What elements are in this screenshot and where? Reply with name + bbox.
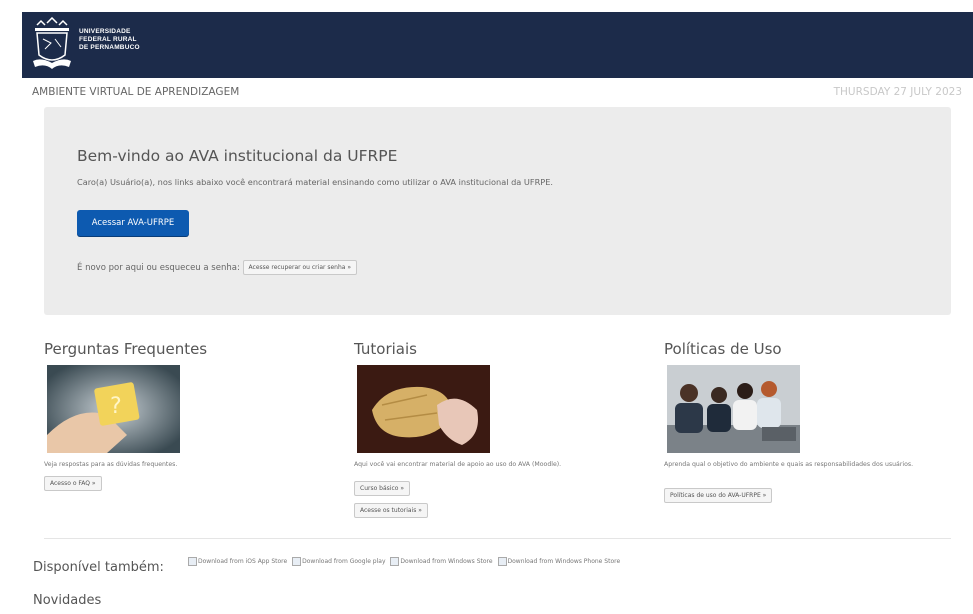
broken-image-icon [390,557,400,566]
new-user-text: É novo por aqui ou esqueceu a senha: [77,263,240,273]
logo-line: UNIVERSIDADE [79,28,131,35]
faq-photo-icon: ? [47,365,180,453]
available-label: Disponível também: [33,560,164,575]
access-ava-button[interactable]: Acessar AVA-UFRPE [77,210,189,236]
tutorials-image[interactable] [357,365,490,453]
google-play-link[interactable]: Download from Google play [292,557,386,566]
university-emblem-icon[interactable] [31,17,73,73]
welcome-intro: Caro(a) Usuário(a), nos links abaixo voc… [77,177,554,187]
policies-description: Aprenda qual o objetivo do ambiente e qu… [664,461,914,468]
faq-description: Veja respostas para as dúvidas frequente… [44,461,178,468]
policies-photo-icon [667,365,800,453]
university-name[interactable]: UNIVERSIDADE FEDERAL RURAL DE PERNAMBUCO [79,28,140,52]
broken-image-icon [188,557,197,566]
badge-text: Download from Google play [302,558,386,565]
tutorials-photo-icon [357,365,490,453]
ios-store-link[interactable]: Download from iOS App Store [188,557,287,566]
badge-text: Download from Windows Store [400,558,493,565]
logo-line: DE PERNAMBUCO [79,44,140,51]
badge-text: Download from Windows Phone Store [507,558,621,565]
site-header: UNIVERSIDADE FEDERAL RURAL DE PERNAMBUCO [22,12,973,78]
welcome-title: Bem-vindo ao AVA institucional da UFRPE [77,147,398,165]
policies-image[interactable] [667,365,800,453]
policies-column: Políticas de Uso Aprenda qual o objetivo… [664,340,954,503]
new-user-row: É novo por aqui ou esqueceu a senha: Ace… [77,260,358,275]
faq-button[interactable]: Acesso o FAQ » [44,476,102,491]
recover-password-button[interactable]: Acesse recuperar ou criar senha » [242,260,358,275]
tutorials-column: Tutoriais Aqui você vai encontrar materi… [354,340,644,518]
policies-button[interactable]: Políticas de uso do AVA-UFRPE » [664,488,773,503]
divider [44,538,951,539]
tutorials-button[interactable]: Acesse os tutoriais » [354,503,428,518]
welcome-panel: Bem-vindo ao AVA institucional da UFRPE … [44,107,951,315]
windows-store-link[interactable]: Download from Windows Store [390,557,493,566]
faq-image[interactable]: ? [47,365,180,453]
current-date: THURSDAY 27 JULY 2023 [833,86,962,98]
faq-column: Perguntas Frequentes ? Veja respostas pa… [44,340,334,491]
tutorials-title: Tutoriais [354,340,417,358]
broken-image-icon [292,557,302,566]
news-title: Novidades [33,593,102,608]
badge-text: Download from iOS App Store [198,558,288,565]
faq-title: Perguntas Frequentes [44,340,208,358]
windows-phone-store-link[interactable]: Download from Windows Phone Store [497,557,621,566]
svg-text:?: ? [110,394,122,419]
logo-line: FEDERAL RURAL [79,36,137,43]
tutorials-description: Aqui você vai encontrar material de apoi… [354,461,562,468]
sub-header: AMBIENTE VIRTUAL DE APRENDIZAGEM THURSDA… [32,86,962,100]
site-title: AMBIENTE VIRTUAL DE APRENDIZAGEM [32,86,240,98]
basic-course-button[interactable]: Curso básico » [354,481,410,496]
store-badges: Download from iOS App Store Download fro… [188,557,623,566]
broken-image-icon [497,557,507,566]
policies-title: Políticas de Uso [664,340,782,358]
